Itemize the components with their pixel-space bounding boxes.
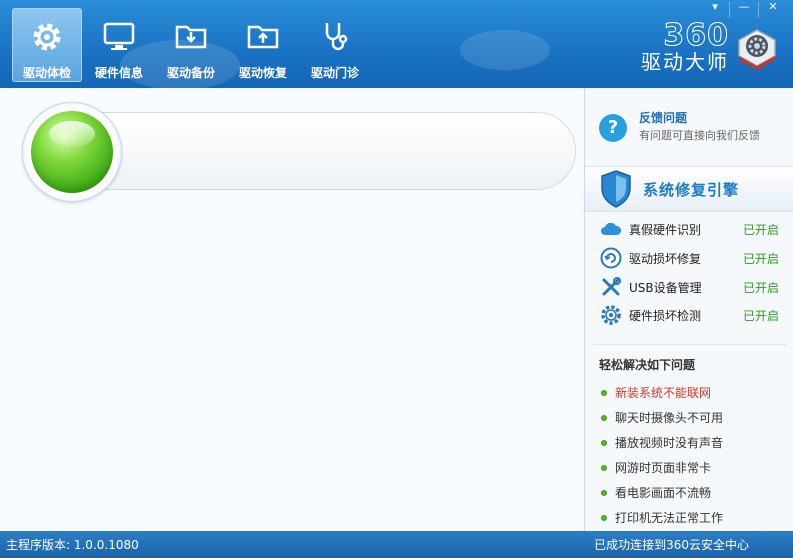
- issue-link[interactable]: 播放视频时没有声音: [601, 430, 723, 455]
- scan-status-orb[interactable]: [22, 102, 122, 202]
- issue-label: 看电影画面不流畅: [615, 486, 712, 500]
- bullet-dot-icon: [601, 389, 607, 396]
- tab-hardware-info[interactable]: 硬件信息: [84, 8, 154, 82]
- tab-label: 驱动体检: [22, 66, 71, 80]
- bullet-dot-icon: [601, 489, 607, 496]
- feature-label: 硬件损坏检测: [629, 308, 702, 323]
- feedback-subtitle: 有问题可直接向我们反馈: [639, 129, 760, 142]
- tab-label: 驱动备份: [166, 66, 215, 80]
- issue-link[interactable]: 聊天时摄像头不可用: [601, 405, 723, 430]
- repair-icon: [599, 246, 623, 270]
- feature-label: 驱动损坏修复: [629, 251, 702, 266]
- feature-row: 真假硬件识别 已开启: [599, 216, 779, 242]
- tab-drive-checkup[interactable]: 驱动体检: [12, 8, 82, 82]
- issue-list: 新装系统不能联网 聊天时摄像头不可用 播放视频时没有声音 网游时页面非常卡 看电…: [601, 380, 723, 530]
- stethoscope-icon: [315, 16, 355, 56]
- bullet-dot-icon: [601, 514, 607, 521]
- scan-panel: [0, 88, 584, 531]
- tab-label: 硬件信息: [94, 66, 143, 80]
- issue-label: 网游时页面非常卡: [615, 461, 712, 475]
- feature-status: 已开启: [742, 222, 779, 237]
- issue-link[interactable]: 打印机无法正常工作: [601, 505, 723, 530]
- header-cloud-decoration: [460, 30, 550, 70]
- question-icon: ?: [599, 114, 627, 142]
- monitor-icon: [99, 16, 139, 56]
- brand: 360 驱动大师: [641, 18, 779, 74]
- feature-status: 已开启: [742, 280, 779, 295]
- bullet-dot-icon: [601, 464, 607, 471]
- title-bar: 驱动体检 硬件信息 驱动备份 驱动恢复 驱动门诊 ▾ — ✕ 360 驱动大师: [0, 0, 793, 88]
- brand-name: 驱动大师: [641, 50, 729, 74]
- divider: [593, 344, 787, 345]
- tab-label: 驱动恢复: [238, 66, 287, 80]
- tab-drive-backup[interactable]: 驱动备份: [156, 8, 226, 82]
- green-orb-icon: [31, 111, 113, 193]
- issue-label: 打印机无法正常工作: [615, 511, 724, 525]
- issue-label: 播放视频时没有声音: [615, 436, 724, 450]
- engine-title: 系统修复引擎: [643, 181, 740, 199]
- main-tabs: 驱动体检 硬件信息 驱动备份 驱动恢复 驱动门诊: [12, 8, 372, 82]
- side-panel: ? 反馈问题 有问题可直接向我们反馈 系统修复引擎 真假硬件识别 已开启 驱动损…: [584, 88, 793, 531]
- tab-drive-restore[interactable]: 驱动恢复: [228, 8, 298, 82]
- gear-check-icon: [599, 303, 623, 327]
- tools-icon: [599, 275, 623, 299]
- gear-icon: [27, 17, 67, 56]
- tab-drive-clinic[interactable]: 驱动门诊: [300, 8, 370, 82]
- issue-label: 新装系统不能联网: [615, 386, 712, 400]
- cloud-icon: [599, 217, 623, 241]
- connection-status: 已成功连接到360云安全中心: [594, 538, 749, 552]
- feature-row: USB设备管理 已开启: [599, 274, 779, 300]
- feature-status: 已开启: [742, 251, 779, 266]
- feature-row: 驱动损坏修复 已开启: [599, 245, 779, 271]
- tab-label: 驱动门诊: [310, 66, 359, 80]
- brand-number: 360: [663, 18, 729, 53]
- feature-row: 硬件损坏检测 已开启: [599, 302, 779, 328]
- status-bar: 主程序版本: 1.0.0.1080 已成功连接到360云安全中心: [0, 531, 793, 558]
- shield-icon: [599, 169, 633, 209]
- folder-upload-icon: [243, 16, 283, 56]
- issue-link[interactable]: 新装系统不能联网: [601, 380, 723, 405]
- issue-link[interactable]: 看电影画面不流畅: [601, 480, 723, 505]
- 360-drive-logo-icon: [735, 26, 779, 70]
- menu-dropdown-button[interactable]: ▾: [701, 0, 729, 16]
- bullet-dot-icon: [601, 414, 607, 421]
- folder-download-icon: [171, 16, 211, 56]
- feature-status: 已开启: [742, 308, 779, 323]
- feature-label: USB设备管理: [629, 280, 702, 295]
- close-button[interactable]: ✕: [759, 0, 787, 16]
- issues-heading: 轻松解决如下问题: [599, 358, 696, 372]
- issue-link[interactable]: 网游时页面非常卡: [601, 455, 723, 480]
- feedback-title[interactable]: 反馈问题: [639, 110, 760, 126]
- version-text: 主程序版本: 1.0.0.1080: [6, 538, 139, 552]
- issue-label: 聊天时摄像头不可用: [615, 411, 724, 425]
- repair-engine-header: 系统修复引擎: [585, 166, 793, 212]
- minimize-button[interactable]: —: [730, 0, 758, 16]
- feature-label: 真假硬件识别: [629, 222, 702, 237]
- bullet-dot-icon: [601, 439, 607, 446]
- window-controls: ▾ — ✕: [701, 0, 787, 20]
- feedback-link[interactable]: ? 反馈问题 有问题可直接向我们反馈: [599, 110, 760, 144]
